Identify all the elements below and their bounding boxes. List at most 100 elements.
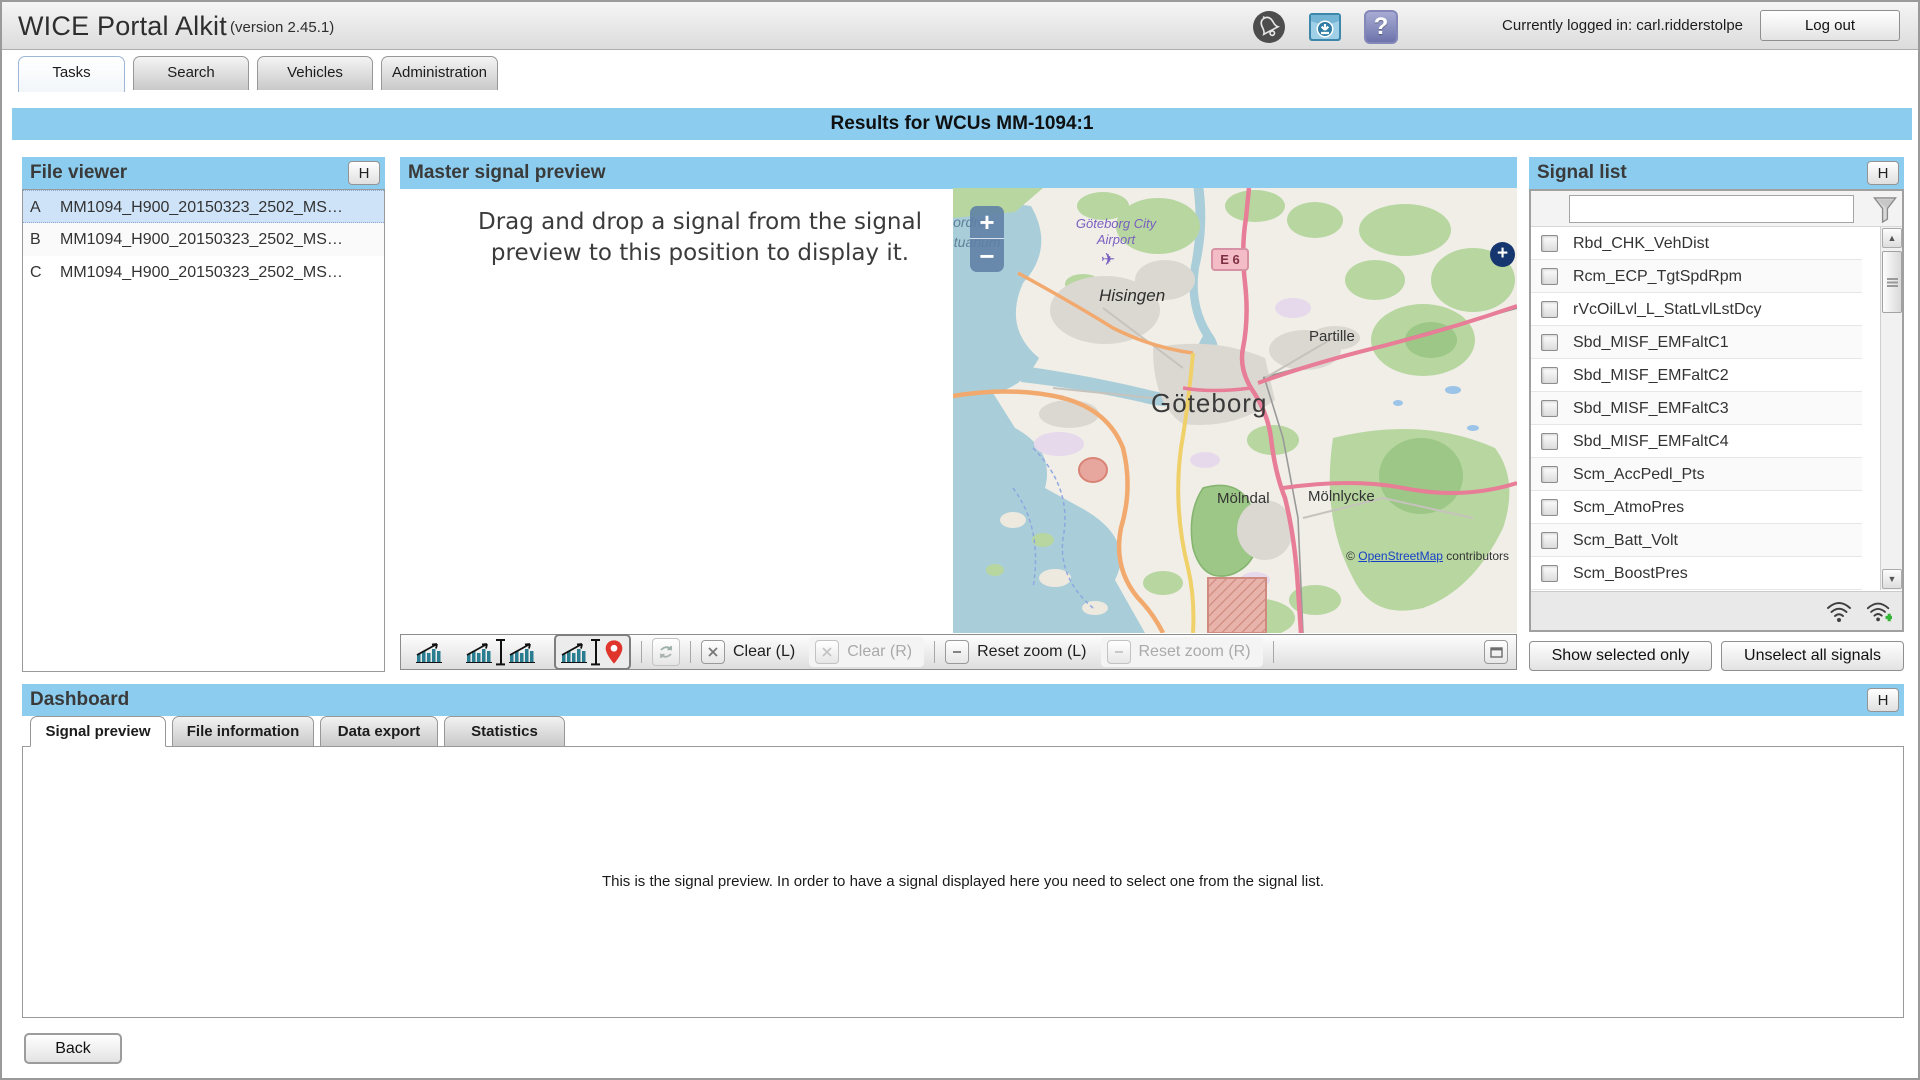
map-zoom-control: + −	[970, 206, 1004, 272]
file-row[interactable]: C MM1094_H900_20150323_2502_MS…	[23, 256, 384, 289]
logout-button[interactable]: Log out	[1760, 10, 1900, 41]
signal-checkbox[interactable]	[1541, 499, 1558, 516]
reset-zoom-right-group: Reset zoom (R)	[1101, 637, 1263, 667]
main-nav-tabs: Tasks Search Vehicles Administration	[2, 50, 1918, 90]
swap-panes-button[interactable]	[652, 638, 680, 666]
map-canvas[interactable]: Nordre estuarium Göteborg City Airport ✈…	[953, 188, 1517, 633]
toolbar-separator	[641, 641, 642, 663]
back-button[interactable]: Back	[24, 1033, 122, 1064]
dual-chart-view-button[interactable]	[461, 636, 540, 668]
wifi-icon[interactable]	[1826, 599, 1852, 623]
scrollbar-thumb[interactable]	[1882, 251, 1902, 313]
signal-name: Rcm_ECP_TgtSpdRpm	[1573, 260, 1742, 293]
tab-data-export[interactable]: Data export	[320, 716, 438, 747]
signal-row[interactable]: rVcOilLvl_L_StatLvlLstDcy	[1531, 293, 1862, 326]
tab-tasks[interactable]: Tasks	[18, 56, 125, 92]
app-title: WICE Portal Alkit	[18, 11, 227, 42]
tab-vehicles[interactable]: Vehicles	[257, 56, 373, 90]
dashboard-header: Dashboard H	[22, 684, 1904, 716]
master-preview-header: Master signal preview	[400, 157, 1517, 189]
file-row[interactable]: B MM1094_H900_20150323_2502_MS…	[23, 223, 384, 256]
chart-map-view-button[interactable]	[554, 634, 631, 670]
attribution-suffix: contributors	[1443, 549, 1509, 563]
dashboard-hide-button[interactable]: H	[1867, 688, 1899, 712]
openstreetmap-link[interactable]: OpenStreetMap	[1358, 549, 1443, 563]
clear-left-icon[interactable]	[701, 640, 725, 664]
signal-row[interactable]: Scm_AccPedl_Pts	[1531, 458, 1862, 491]
signal-checkbox[interactable]	[1541, 565, 1558, 582]
help-icon[interactable]: ?	[1364, 10, 1398, 44]
signal-row[interactable]: Sbd_MISF_EMFaltC4	[1531, 425, 1862, 458]
signal-row[interactable]: Scm_BoostPres	[1531, 557, 1862, 590]
wifi-add-icon[interactable]	[1866, 599, 1892, 623]
file-viewer-hide-button[interactable]: H	[348, 161, 380, 185]
signal-checkbox[interactable]	[1541, 268, 1558, 285]
reset-zoom-right-label: Reset zoom (R)	[1139, 643, 1251, 661]
signal-search-input[interactable]	[1569, 195, 1854, 223]
download-icon[interactable]	[1308, 10, 1342, 44]
notifications-bell-icon[interactable]	[1252, 10, 1286, 44]
tab-search[interactable]: Search	[133, 56, 249, 90]
signal-name: Scm_Batt_Volt	[1573, 524, 1678, 557]
clear-left-group[interactable]: Clear (L)	[701, 640, 801, 664]
signal-checkbox[interactable]	[1541, 301, 1558, 318]
signal-checkbox[interactable]	[1541, 532, 1558, 549]
airplane-icon: ✈	[1101, 250, 1115, 270]
map-attribution: © OpenStreetMap contributors	[1346, 549, 1509, 563]
maximize-button[interactable]	[1484, 640, 1508, 664]
bar-chart-icon	[416, 641, 442, 663]
bar-chart-icon	[509, 641, 535, 663]
tab-signal-preview[interactable]: Signal preview	[30, 716, 166, 747]
clear-right-label: Clear (R)	[847, 643, 912, 661]
signal-checkbox[interactable]	[1541, 466, 1558, 483]
reset-zoom-left-icon[interactable]	[945, 640, 969, 664]
file-key: C	[30, 256, 42, 289]
master-preview-toolbar: Clear (L) Clear (R) Reset zoom (L) Reset…	[400, 634, 1517, 670]
results-banner: Results for WCUs MM-1094:1	[12, 108, 1912, 140]
file-viewer-list: A MM1094_H900_20150323_2502_MS… B MM1094…	[22, 189, 385, 672]
file-name: MM1094_H900_20150323_2502_MS…	[60, 191, 343, 223]
signal-name: Sbd_MISF_EMFaltC3	[1573, 392, 1729, 425]
wice-portal-window: WICE Portal Alkit (version 2.45.1) ? Cur…	[0, 0, 1920, 1080]
signal-checkbox[interactable]	[1541, 235, 1558, 252]
signal-checkbox[interactable]	[1541, 433, 1558, 450]
filter-funnel-icon[interactable]	[1872, 196, 1898, 223]
scroll-down-button[interactable]: ▼	[1882, 569, 1902, 589]
reset-zoom-left-group[interactable]: Reset zoom (L)	[945, 640, 1092, 664]
signal-name: Scm_AccPedl_Pts	[1573, 458, 1705, 491]
signal-checkbox[interactable]	[1541, 334, 1558, 351]
signal-checkbox[interactable]	[1541, 367, 1558, 384]
drop-hint-text: Drag and drop a signal from the signal p…	[450, 207, 950, 269]
tab-statistics[interactable]: Statistics	[444, 716, 565, 747]
signal-checkbox[interactable]	[1541, 400, 1558, 417]
signal-row[interactable]: Scm_AtmoPres	[1531, 491, 1862, 524]
signal-row[interactable]: Rbd_CHK_VehDist	[1531, 227, 1862, 260]
signal-row[interactable]: Sbd_MISF_EMFaltC3	[1531, 392, 1862, 425]
signal-row[interactable]: Sbd_MISF_EMFaltC1	[1531, 326, 1862, 359]
signal-list-hide-button[interactable]: H	[1867, 161, 1899, 185]
show-selected-only-button[interactable]: Show selected only	[1529, 641, 1712, 671]
file-row[interactable]: A MM1094_H900_20150323_2502_MS…	[23, 190, 384, 223]
map-zoom-in-button[interactable]: +	[970, 206, 1004, 239]
split-divider-icon	[590, 639, 601, 665]
toolbar-separator	[1273, 641, 1274, 663]
single-chart-view-button[interactable]	[411, 638, 447, 666]
signal-row[interactable]: Scm_Batt_Volt	[1531, 524, 1862, 557]
clear-right-icon	[815, 640, 839, 664]
signal-row[interactable]: Sbd_MISF_EMFaltC2	[1531, 359, 1862, 392]
tab-file-information[interactable]: File information	[172, 716, 314, 747]
signal-row[interactable]: Rcm_ECP_TgtSpdRpm	[1531, 260, 1862, 293]
signal-name: Sbd_MISF_EMFaltC2	[1573, 359, 1729, 392]
toolbar-separator	[690, 641, 691, 663]
file-viewer-header: File viewer H	[22, 157, 385, 189]
unselect-all-signals-button[interactable]: Unselect all signals	[1721, 641, 1904, 671]
file-viewer-title: File viewer	[30, 162, 127, 184]
signal-list-body: Rbd_CHK_VehDist Rcm_ECP_TgtSpdRpm rVcOil…	[1529, 189, 1904, 632]
dashboard-content: This is the signal preview. In order to …	[22, 746, 1904, 1018]
clear-left-label: Clear (L)	[733, 643, 795, 661]
scroll-up-button[interactable]: ▲	[1882, 228, 1902, 248]
tab-administration[interactable]: Administration	[381, 56, 498, 90]
signal-list-scrollbar[interactable]: ▲ ▼	[1880, 227, 1902, 590]
map-layers-button[interactable]: +	[1490, 242, 1515, 267]
map-zoom-out-button[interactable]: −	[970, 239, 1004, 272]
